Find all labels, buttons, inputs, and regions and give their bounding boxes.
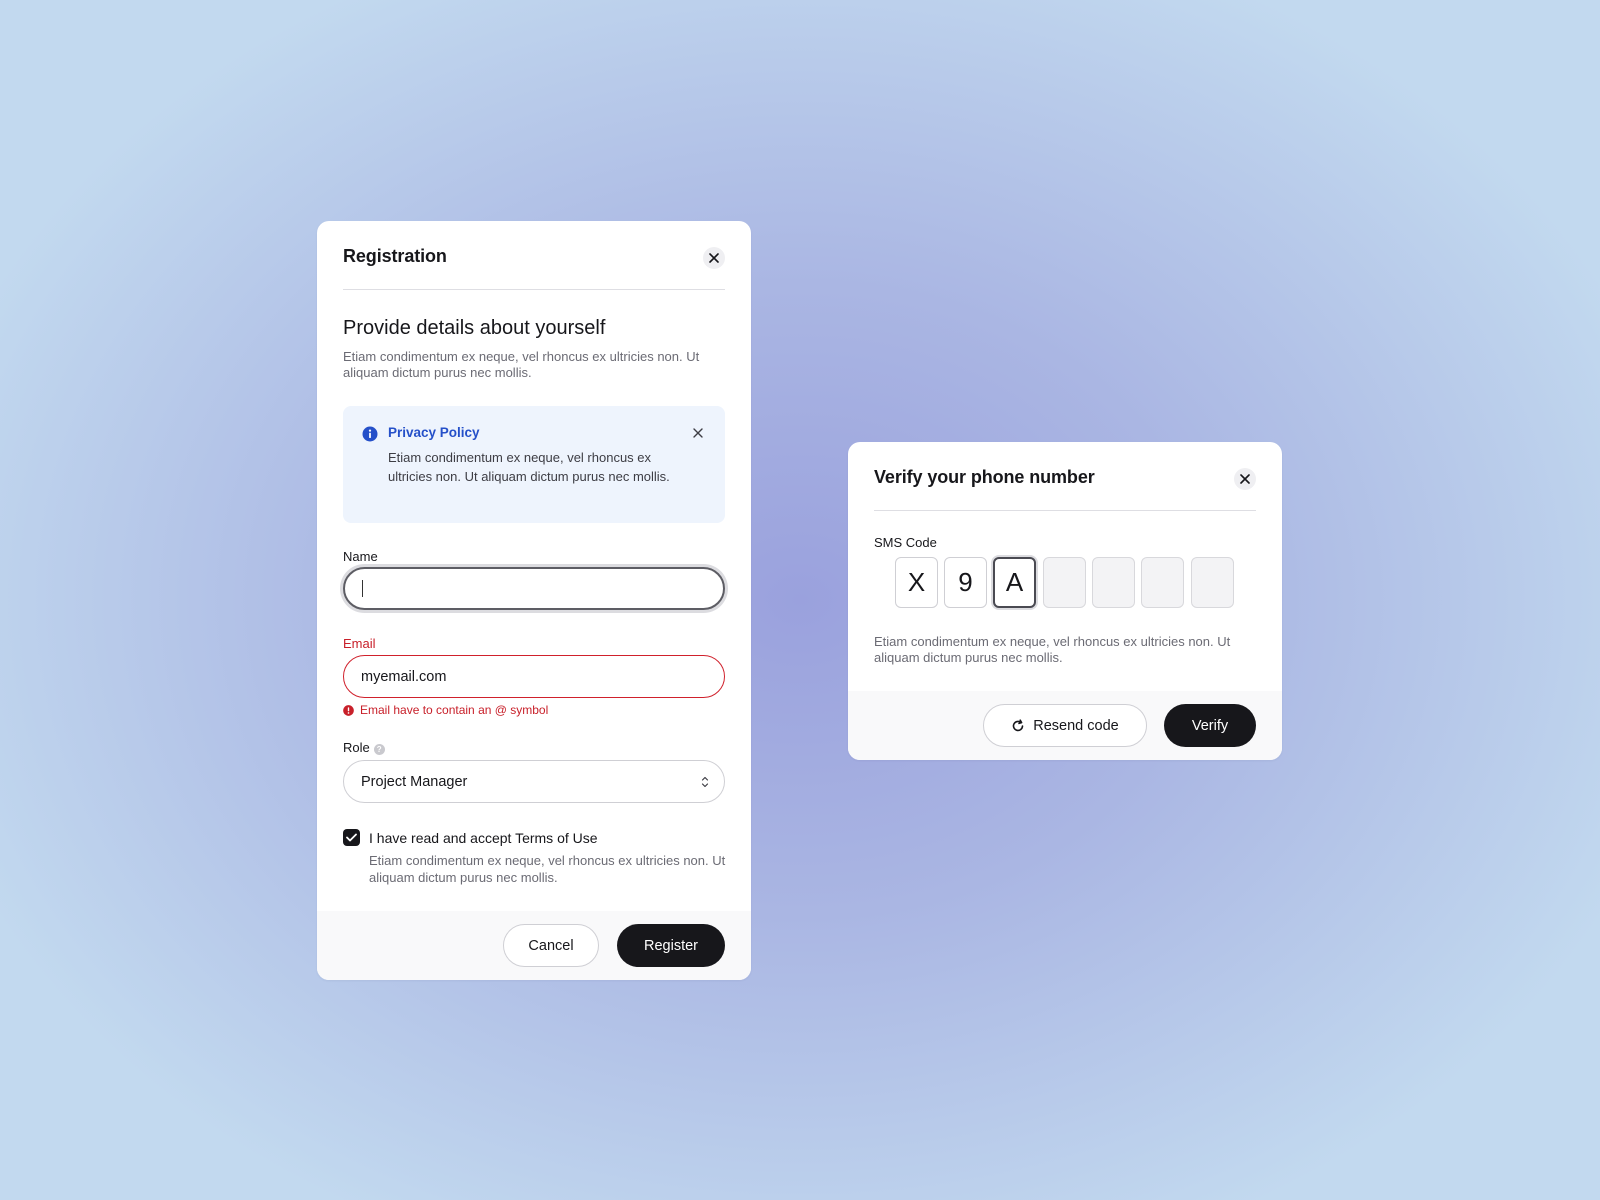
code-digit-3[interactable]: A (993, 557, 1036, 608)
registration-dialog: Registration Provide details about yours… (317, 221, 751, 980)
section-description: Etiam condimentum ex neque, vel rhoncus … (343, 349, 700, 380)
cancel-button[interactable]: Cancel (503, 924, 599, 967)
section-heading: Provide details about yourself (343, 317, 606, 339)
info-icon (362, 426, 378, 442)
dialog-title: Verify your phone number (874, 467, 1095, 487)
close-icon (1240, 474, 1250, 484)
email-label: Email (343, 636, 376, 651)
terms-checkbox[interactable] (343, 829, 360, 846)
check-icon (346, 833, 357, 842)
resend-code-button[interactable]: Resend code (983, 704, 1147, 747)
code-digit-1[interactable]: X (895, 557, 938, 608)
code-digit-6[interactable] (1141, 557, 1184, 608)
code-digit-2[interactable]: 9 (944, 557, 987, 608)
resend-code-label: Resend code (1033, 717, 1119, 734)
code-digit-5[interactable] (1092, 557, 1135, 608)
error-icon (343, 704, 354, 716)
dialog-title: Registration (343, 246, 447, 266)
verify-phone-dialog: Verify your phone number SMS Code X 9 A … (848, 442, 1282, 760)
role-label-text: Role (343, 740, 370, 755)
role-label: Role? (343, 740, 385, 755)
chevron-updown-icon (701, 776, 709, 788)
name-input[interactable] (343, 567, 725, 610)
close-button[interactable] (1234, 468, 1256, 490)
role-select[interactable]: Project Manager (343, 760, 725, 803)
role-value: Project Manager (361, 773, 468, 790)
alert-text: Etiam condimentum ex neque, vel rhoncus … (388, 450, 670, 484)
email-value: myemail.com (361, 668, 447, 685)
verify-description: Etiam condimentum ex neque, vel rhoncus … (874, 634, 1231, 665)
close-icon[interactable] (693, 428, 703, 438)
terms-description: Etiam condimentum ex neque, vel rhoncus … (369, 853, 726, 885)
code-digit-7[interactable] (1191, 557, 1234, 608)
verify-button[interactable]: Verify (1164, 704, 1256, 747)
help-icon[interactable]: ? (373, 744, 385, 755)
register-button[interactable]: Register (617, 924, 725, 967)
close-icon (709, 253, 719, 263)
dialog-header: Verify your phone number (874, 442, 1256, 511)
dialog-header: Registration (343, 221, 725, 290)
sms-code-label: SMS Code (874, 535, 937, 550)
email-input[interactable]: myemail.com (343, 655, 725, 698)
close-button[interactable] (703, 247, 725, 269)
dialog-footer: Resend code Verify (848, 691, 1282, 760)
name-label: Name (343, 549, 378, 564)
terms-label[interactable]: I have read and accept Terms of Use (369, 830, 598, 846)
alert-title: Privacy Policy (388, 425, 480, 440)
email-error-text: Email have to contain an @ symbol (360, 703, 549, 717)
privacy-alert: Privacy Policy Etiam condimentum ex nequ… (343, 406, 725, 523)
email-error: Email have to contain an @ symbol (343, 703, 548, 717)
text-caret (362, 580, 363, 597)
code-digit-4[interactable] (1043, 557, 1086, 608)
dialog-footer: Cancel Register (317, 911, 751, 980)
refresh-icon (1012, 718, 1024, 731)
